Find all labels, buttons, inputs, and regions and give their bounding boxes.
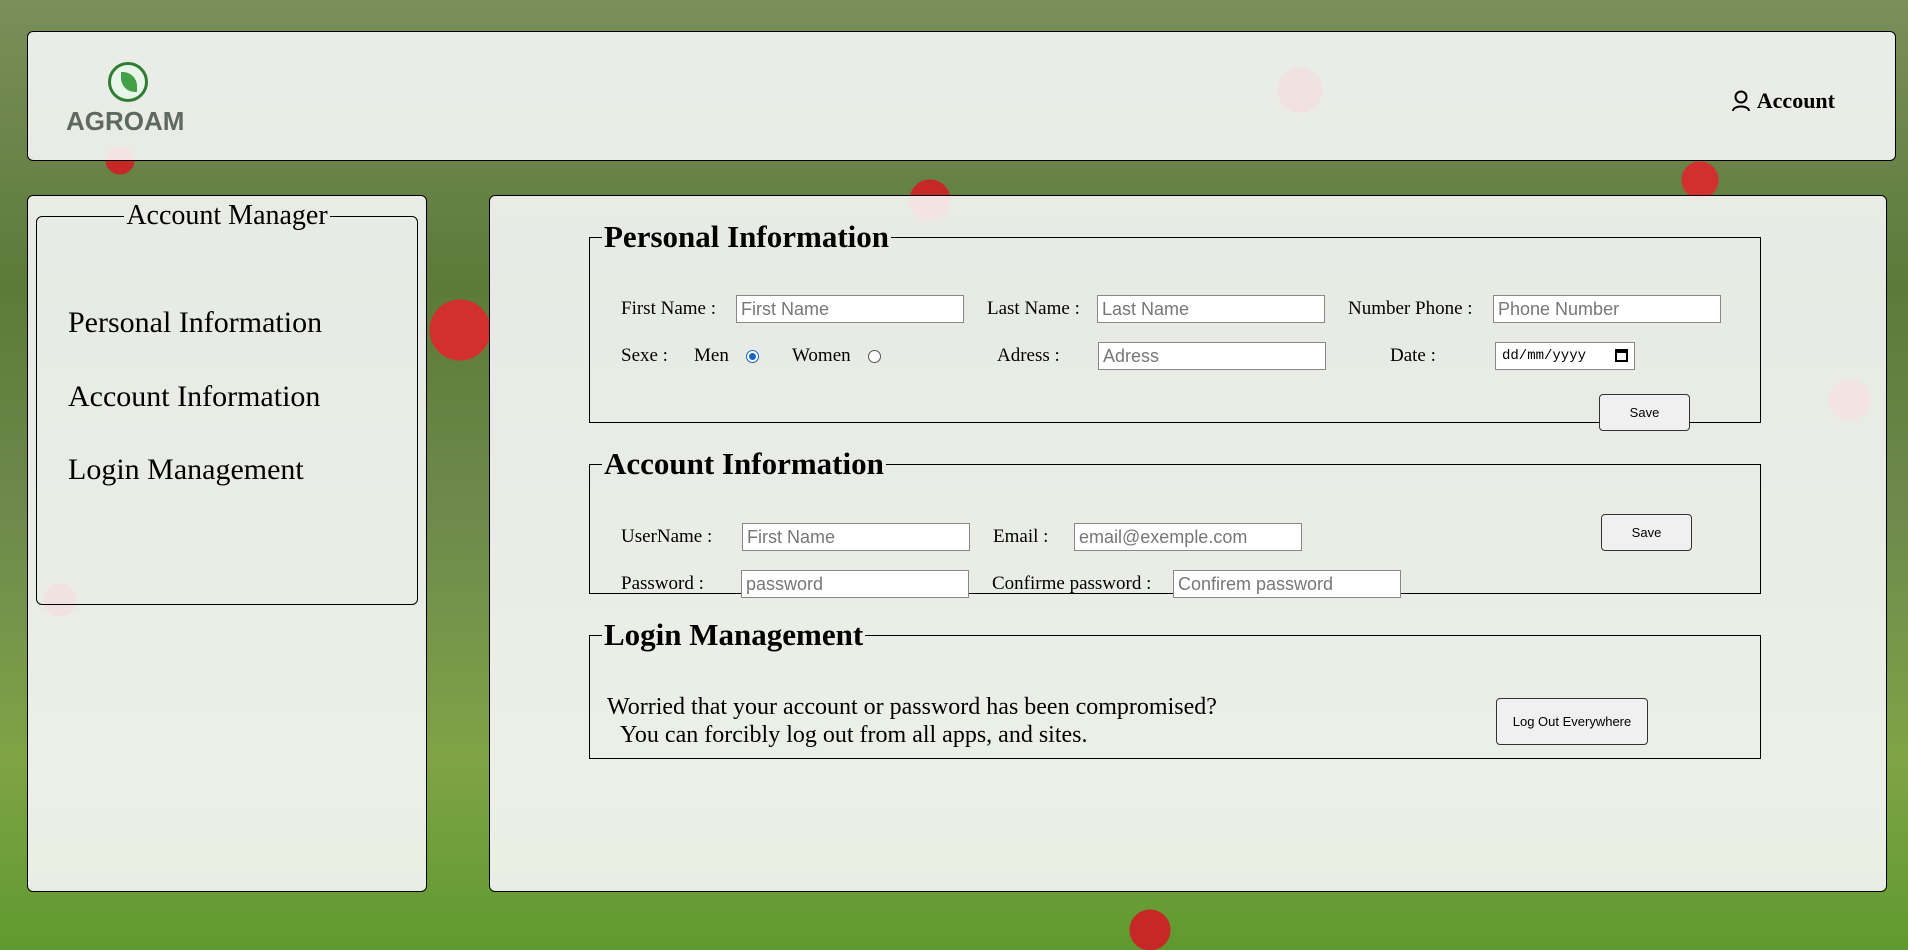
date-label: Date : bbox=[1390, 345, 1436, 366]
password-input[interactable] bbox=[741, 570, 969, 598]
personal-information-title: Personal Information bbox=[604, 219, 890, 254]
personal-save-button[interactable]: Save bbox=[1599, 394, 1690, 431]
sex-men-radio[interactable] bbox=[746, 350, 759, 363]
login-warning-line2: You can forcibly log out from all apps, … bbox=[620, 722, 1088, 748]
username-input[interactable] bbox=[742, 523, 970, 551]
sidebar-item-personal-information[interactable]: Personal Information bbox=[68, 306, 322, 340]
account-information-section: Account Information UserName : Email : P… bbox=[589, 446, 1761, 598]
sex-label: Sexe : bbox=[621, 345, 668, 366]
account-information-title: Account Information bbox=[604, 446, 884, 481]
account-save-button[interactable]: Save bbox=[1601, 514, 1692, 551]
sex-women-label: Women bbox=[792, 345, 851, 366]
first-name-label: First Name : bbox=[621, 298, 716, 319]
last-name-label: Last Name : bbox=[987, 298, 1080, 319]
calendar-icon bbox=[1615, 349, 1628, 362]
date-input[interactable]: dd/mm/yyyy bbox=[1495, 342, 1635, 370]
confirm-password-label: Confirme password : bbox=[992, 573, 1152, 594]
sex-women-radio[interactable] bbox=[868, 350, 881, 363]
account-label: Account bbox=[1756, 88, 1835, 113]
sidebar-item-login-management[interactable]: Login Management bbox=[68, 453, 304, 487]
logout-everywhere-button[interactable]: Log Out Everywhere bbox=[1496, 698, 1648, 745]
login-management-section: Login Management Worried that your accou… bbox=[589, 617, 1761, 759]
last-name-input[interactable] bbox=[1097, 295, 1325, 323]
account-manager-group: Account Manager Personal Information Acc… bbox=[36, 200, 418, 605]
agroam-logo[interactable]: AGROAM bbox=[66, 62, 206, 142]
sex-men-label: Men bbox=[694, 345, 729, 366]
user-icon bbox=[1731, 90, 1750, 112]
header-bar: AGROAM Account bbox=[27, 31, 1896, 161]
phone-label: Number Phone : bbox=[1348, 298, 1473, 319]
sidebar-title: Account Manager bbox=[126, 200, 328, 231]
phone-input[interactable] bbox=[1493, 295, 1721, 323]
leaf-logo-icon bbox=[108, 62, 148, 102]
date-placeholder: dd/mm/yyyy bbox=[1502, 348, 1587, 364]
sidebar: Account Manager Personal Information Acc… bbox=[27, 195, 427, 892]
sidebar-item-account-information[interactable]: Account Information bbox=[68, 380, 320, 414]
logo-text: AGROAM bbox=[66, 106, 185, 136]
email-input[interactable] bbox=[1074, 523, 1302, 551]
username-label: UserName : bbox=[621, 526, 713, 547]
password-label: Password : bbox=[621, 573, 704, 594]
personal-information-section: Personal Information First Name : Last N… bbox=[589, 219, 1761, 431]
first-name-input[interactable] bbox=[736, 295, 964, 323]
login-warning-line1: Worried that your account or password ha… bbox=[607, 694, 1217, 720]
main-panel: Personal Information First Name : Last N… bbox=[489, 195, 1887, 892]
address-input[interactable] bbox=[1098, 342, 1326, 370]
email-label: Email : bbox=[993, 526, 1049, 547]
confirm-password-input[interactable] bbox=[1173, 570, 1401, 598]
address-label: Adress : bbox=[997, 345, 1060, 366]
login-management-title: Login Management bbox=[604, 617, 864, 652]
account-link[interactable]: Account bbox=[1731, 88, 1835, 114]
